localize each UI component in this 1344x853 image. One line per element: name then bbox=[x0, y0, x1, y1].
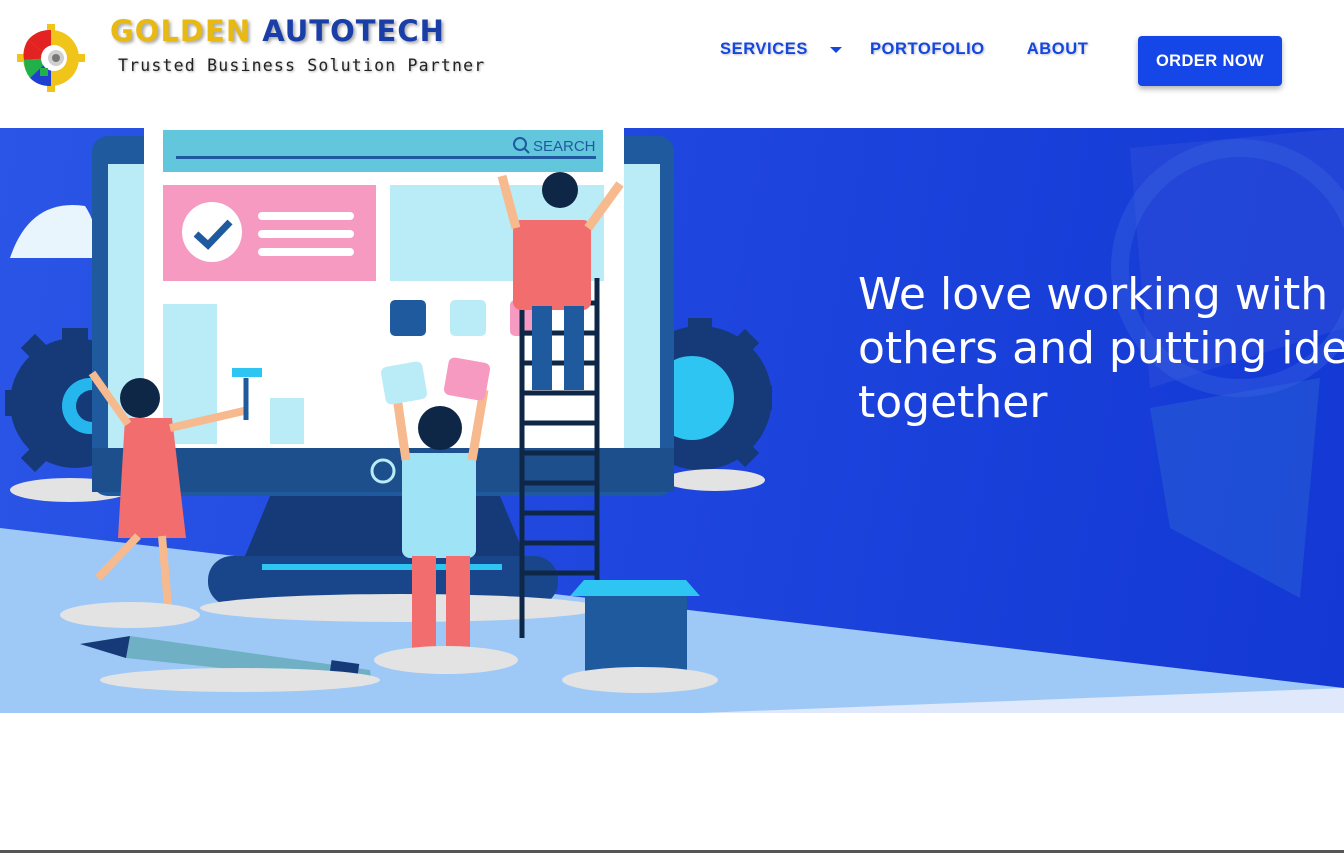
hero-banner: SEARCH We love working with others and p… bbox=[0, 128, 1344, 713]
site-header: GOLDEN AUTOTECH Trusted Business Solutio… bbox=[0, 0, 1344, 128]
hero-heading-line: We love working with bbox=[858, 269, 1329, 320]
hero-heading-line: together bbox=[858, 377, 1048, 428]
main-nav: SERVICES PORTOFOLIO ABOUT bbox=[720, 40, 1088, 59]
brand-name: GOLDEN AUTOTECH bbox=[110, 14, 485, 48]
brand-name-blue: AUTOTECH bbox=[262, 14, 445, 48]
brand-tagline: Trusted Business Solution Partner bbox=[118, 56, 486, 75]
hero-heading-line: others and putting ideas bbox=[858, 323, 1344, 374]
caret-down-icon[interactable] bbox=[829, 46, 842, 53]
nav-services[interactable]: SERVICES bbox=[720, 40, 842, 59]
brand-logo[interactable]: GOLDEN AUTOTECH Trusted Business Solutio… bbox=[110, 14, 485, 75]
order-now-button[interactable]: ORDER NOW bbox=[1138, 36, 1282, 86]
nav-about[interactable]: ABOUT bbox=[1027, 40, 1089, 59]
nav-services-label: SERVICES bbox=[720, 40, 808, 58]
nav-portfolio[interactable]: PORTOFOLIO bbox=[870, 40, 985, 59]
hero-heading: We love working with others and putting … bbox=[858, 268, 1344, 430]
gear-logo-icon[interactable] bbox=[16, 10, 86, 100]
search-label: SEARCH bbox=[533, 138, 596, 155]
brand-name-gold: GOLDEN bbox=[110, 14, 252, 48]
